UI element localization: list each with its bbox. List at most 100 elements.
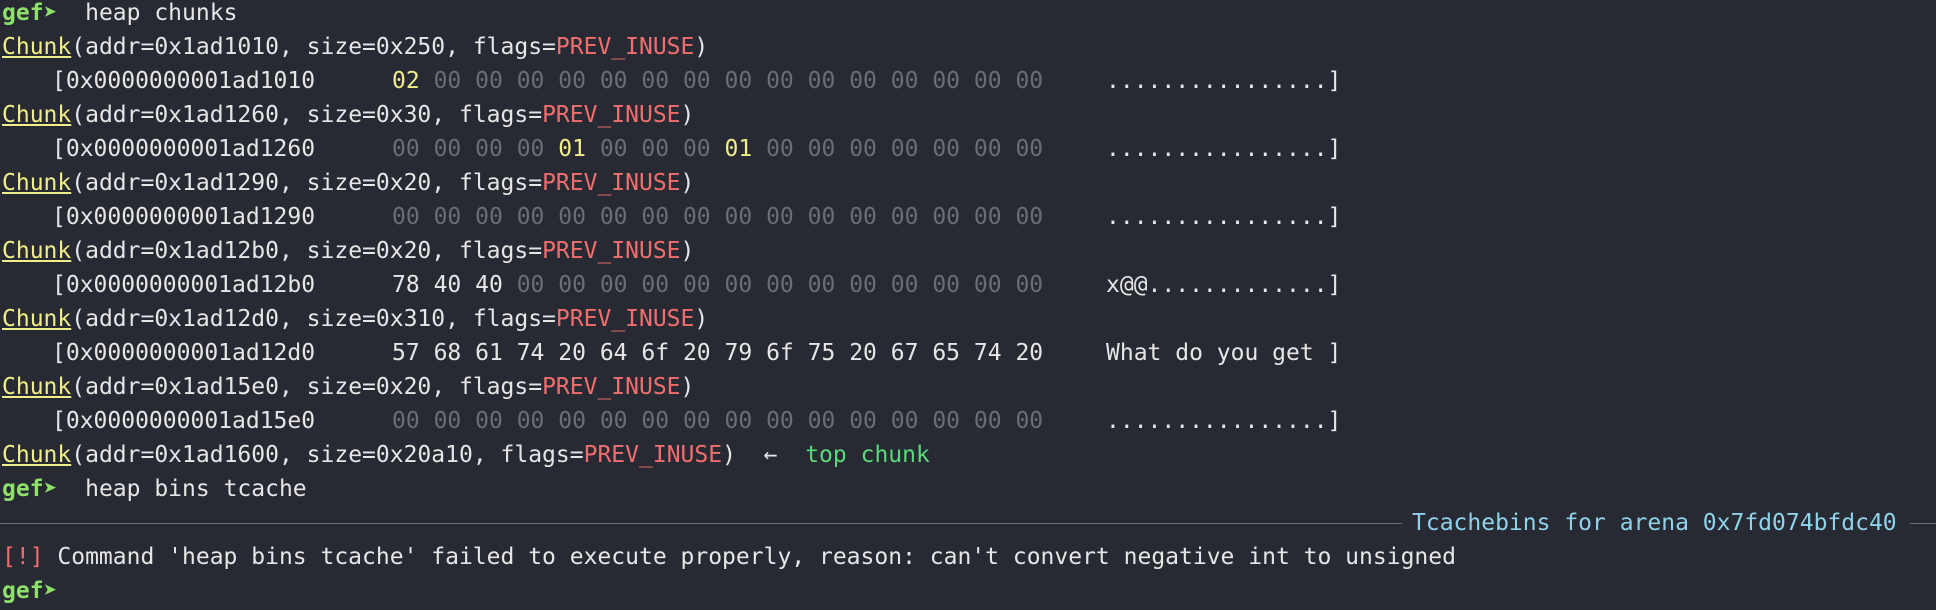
chunk-header-line: Chunk(addr=0x1ad12d0, size=0x310, flags=… <box>2 302 708 336</box>
hex-byte: 00 <box>558 272 586 298</box>
flag-value: PREV_INUSE <box>542 170 681 196</box>
hexdump-ascii: ................] <box>1106 68 1342 94</box>
hex-byte: 00 <box>973 204 1002 230</box>
hex-byte: 00 <box>433 204 462 230</box>
hex-byte: 00 <box>766 272 794 298</box>
hex-byte: 00 <box>516 272 545 298</box>
chunk-header-text: (addr=0x1ad15e0, size=0x20, flags= <box>71 374 543 400</box>
hexdump-address: [0x0000000001ad1010 <box>52 68 316 94</box>
chunk-label: Chunk <box>2 238 72 264</box>
hex-byte: 20 <box>558 340 586 366</box>
chunk-header-close: ) <box>680 374 695 400</box>
hex-byte: 01 <box>724 136 753 162</box>
hex-byte: 00 <box>475 204 503 230</box>
hex-byte: 00 <box>766 136 794 162</box>
command-line-heap-chunks: gef➤ heap chunks <box>2 0 237 30</box>
hex-byte: 00 <box>516 136 545 162</box>
hexdump-row: [0x0000000001ad1260 00 00 00 00 01 00 00 … <box>0 132 1936 166</box>
hex-byte: 00 <box>849 204 877 230</box>
hexdump-address: [0x0000000001ad1260 <box>52 136 316 162</box>
hexdump-row: [0x0000000001ad1010 02 00 00 00 00 00 00 … <box>0 64 1936 98</box>
flag-value: PREV_INUSE <box>542 238 681 264</box>
hexdump-row: [0x0000000001ad15e0 00 00 00 00 00 00 00 … <box>0 404 1936 438</box>
hex-byte: 40 <box>433 272 462 298</box>
hex-byte: 00 <box>682 204 711 230</box>
top-chunk-close: ) <box>722 442 736 468</box>
hexdump-row: [0x0000000001ad12d0 57 68 61 74 20 64 6f … <box>0 336 1936 370</box>
hex-byte: 67 <box>890 340 919 366</box>
command-line-empty[interactable]: gef➤ <box>2 574 57 608</box>
chunk-header-line: Chunk(addr=0x1ad1010, size=0x250, flags=… <box>2 30 708 64</box>
hex-byte: 00 <box>682 136 711 162</box>
chunk-header-text: (addr=0x1ad12d0, size=0x310, flags= <box>71 306 556 332</box>
hex-byte: 6f <box>766 340 794 366</box>
section-title: Tcachebins for arena 0x7fd074bfdc40 <box>1412 510 1897 536</box>
section-separator: Tcachebins for arena 0x7fd074bfdc40 <box>0 506 1936 540</box>
hex-byte: 00 <box>807 272 836 298</box>
prompt: gef➤ <box>2 476 58 502</box>
chunk-header-close: ) <box>680 170 695 196</box>
hex-byte: 78 <box>392 272 420 298</box>
hex-byte: 00 <box>849 408 877 434</box>
hex-byte: 00 <box>932 68 961 94</box>
hex-byte: 20 <box>682 340 711 366</box>
chunk-header-text: (addr=0x1ad1260, size=0x30, flags= <box>71 102 543 128</box>
hex-byte: 00 <box>890 136 919 162</box>
hex-byte: 00 <box>724 408 753 434</box>
hex-byte: 00 <box>599 204 628 230</box>
flag-value: PREV_INUSE <box>555 34 695 60</box>
hexdump-ascii: What do you get ] <box>1106 340 1342 366</box>
chunk-header-close: ) <box>694 34 709 60</box>
chunk-label: Chunk <box>2 34 72 60</box>
flag-value: PREV_INUSE <box>542 374 681 400</box>
error-tag: [!] <box>2 544 44 570</box>
hex-byte: 00 <box>392 408 420 434</box>
hex-byte: 57 <box>392 340 420 366</box>
hex-byte: 00 <box>641 272 670 298</box>
chunk-header-text: (addr=0x1ad12b0, size=0x20, flags= <box>71 238 543 264</box>
hexdump-address: [0x0000000001ad15e0 <box>52 408 316 434</box>
hex-byte: 00 <box>682 408 711 434</box>
hex-byte: 00 <box>973 136 1002 162</box>
hexdump-address: [0x0000000001ad1290 <box>52 204 316 230</box>
error-message: Command 'heap bins tcache' failed to exe… <box>43 544 1456 570</box>
hexdump-ascii: ................] <box>1106 408 1342 434</box>
hexdump-address: [0x0000000001ad12b0 <box>52 272 316 298</box>
hex-byte: 6f <box>641 340 670 366</box>
hex-byte: 65 <box>932 340 961 366</box>
hex-byte: 74 <box>516 340 545 366</box>
separator-rule-left <box>0 523 1402 524</box>
chunk-header-text: (addr=0x1ad1010, size=0x250, flags= <box>71 34 556 60</box>
hex-byte: 00 <box>641 136 670 162</box>
chunk-header-close: ) <box>680 238 695 264</box>
hex-byte: 00 <box>558 68 586 94</box>
chunk-label: Chunk <box>2 442 72 468</box>
chunk-label: Chunk <box>2 170 72 196</box>
hex-byte: 20 <box>1015 340 1044 366</box>
hex-byte: 01 <box>558 136 586 162</box>
hex-byte: 00 <box>807 136 836 162</box>
hex-byte: 00 <box>682 68 711 94</box>
hex-byte: 00 <box>1015 272 1044 298</box>
hexdump-bytes: 57 68 61 74 20 64 6f 20 79 6f 75 20 67 6… <box>392 336 1043 370</box>
hex-byte: 74 <box>973 340 1002 366</box>
hex-byte: 00 <box>475 68 503 94</box>
flag-value: PREV_INUSE <box>583 442 723 468</box>
command-line-heap-bins: gef➤ heap bins tcache <box>2 472 307 506</box>
hexdump-bytes: 02 00 00 00 00 00 00 00 00 00 00 00 00 0… <box>392 64 1043 98</box>
chunk-header-close: ) <box>694 306 709 332</box>
hex-byte: 64 <box>599 340 628 366</box>
chunk-label: Chunk <box>2 306 72 332</box>
hexdump-row: [0x0000000001ad1290 00 00 00 00 00 00 00 … <box>0 200 1936 234</box>
hexdump-ascii: ................] <box>1106 204 1342 230</box>
terminal-window[interactable]: gef➤ heap chunks Chunk(addr=0x1ad1010, s… <box>0 0 1936 610</box>
hex-byte: 00 <box>682 272 711 298</box>
chunk-header-line: Chunk(addr=0x1ad1260, size=0x30, flags=P… <box>2 98 694 132</box>
hex-byte: 00 <box>599 408 628 434</box>
top-chunk-label: top chunk <box>805 442 930 468</box>
hexdump-ascii: ................] <box>1106 136 1342 162</box>
hex-byte: 00 <box>890 204 919 230</box>
hex-byte: 00 <box>392 204 420 230</box>
hexdump-bytes: 00 00 00 00 01 00 00 00 01 00 00 00 00 0… <box>392 132 1043 166</box>
flag-value: PREV_INUSE <box>555 306 695 332</box>
